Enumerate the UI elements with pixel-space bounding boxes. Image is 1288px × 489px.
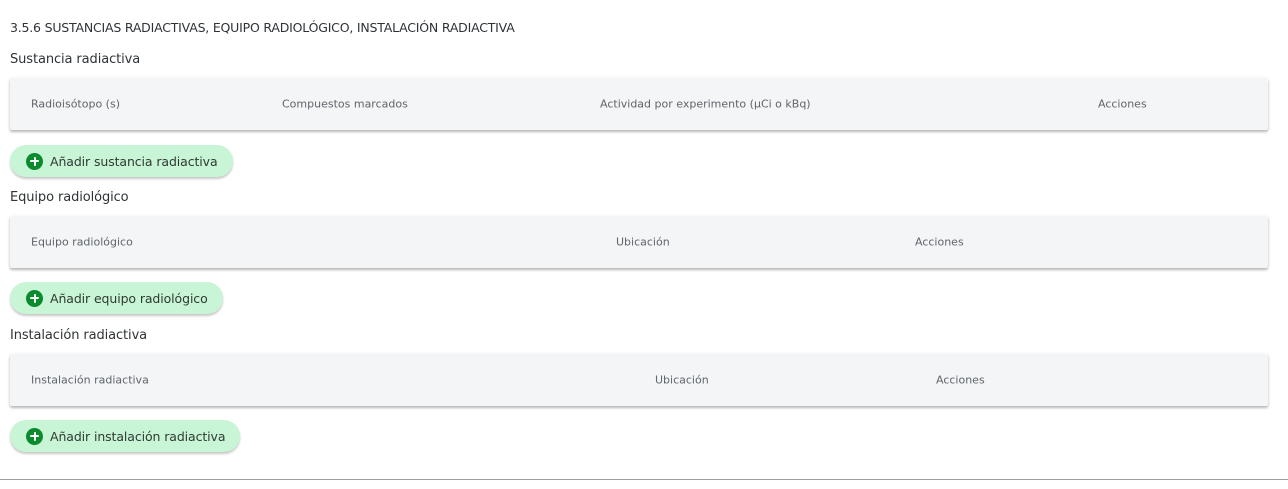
add-substance-button[interactable]: Añadir sustancia radiactiva — [10, 145, 233, 177]
add-installation-button[interactable]: Añadir instalación radiactiva — [10, 420, 241, 452]
equipment-table-header: Equipo radiológico Ubicación Acciones — [10, 216, 1268, 268]
section-title: 3.5.6 SUSTANCIAS RADIACTIVAS, EQUIPO RAD… — [10, 20, 515, 35]
column-header-location[interactable]: Ubicación — [616, 236, 670, 249]
substances-table-header: Radioisótopo (s) Compuestos marcados Act… — [10, 78, 1268, 130]
installation-table-header: Instalación radiactiva Ubicación Accione… — [10, 354, 1268, 406]
column-header-labeled-compounds[interactable]: Compuestos marcados — [282, 98, 408, 111]
installation-heading: Instalación radiactiva — [10, 328, 148, 343]
section-divider — [0, 479, 1288, 480]
column-header-location[interactable]: Ubicación — [655, 374, 709, 387]
add-equipment-label: Añadir equipo radiológico — [50, 290, 208, 306]
column-header-actions: Acciones — [1098, 97, 1147, 111]
column-header-actions: Acciones — [915, 235, 964, 249]
column-header-activity[interactable]: Actividad por experimento (µCi o kBq) — [600, 98, 811, 111]
column-header-actions: Acciones — [936, 373, 985, 387]
plus-circle-icon — [26, 152, 43, 170]
add-installation-label: Añadir instalación radiactiva — [50, 428, 226, 444]
column-header-installation[interactable]: Instalación radiactiva — [31, 374, 149, 387]
add-substance-label: Añadir sustancia radiactiva — [50, 153, 218, 169]
add-equipment-button[interactable]: Añadir equipo radiológico — [10, 282, 223, 314]
column-header-equipment[interactable]: Equipo radiológico — [31, 236, 133, 249]
substances-heading: Sustancia radiactiva — [10, 52, 141, 67]
column-header-radioisotope[interactable]: Radioisótopo (s) — [31, 98, 120, 111]
plus-circle-icon — [26, 427, 43, 445]
equipment-heading: Equipo radiológico — [10, 190, 129, 205]
plus-circle-icon — [26, 289, 43, 307]
